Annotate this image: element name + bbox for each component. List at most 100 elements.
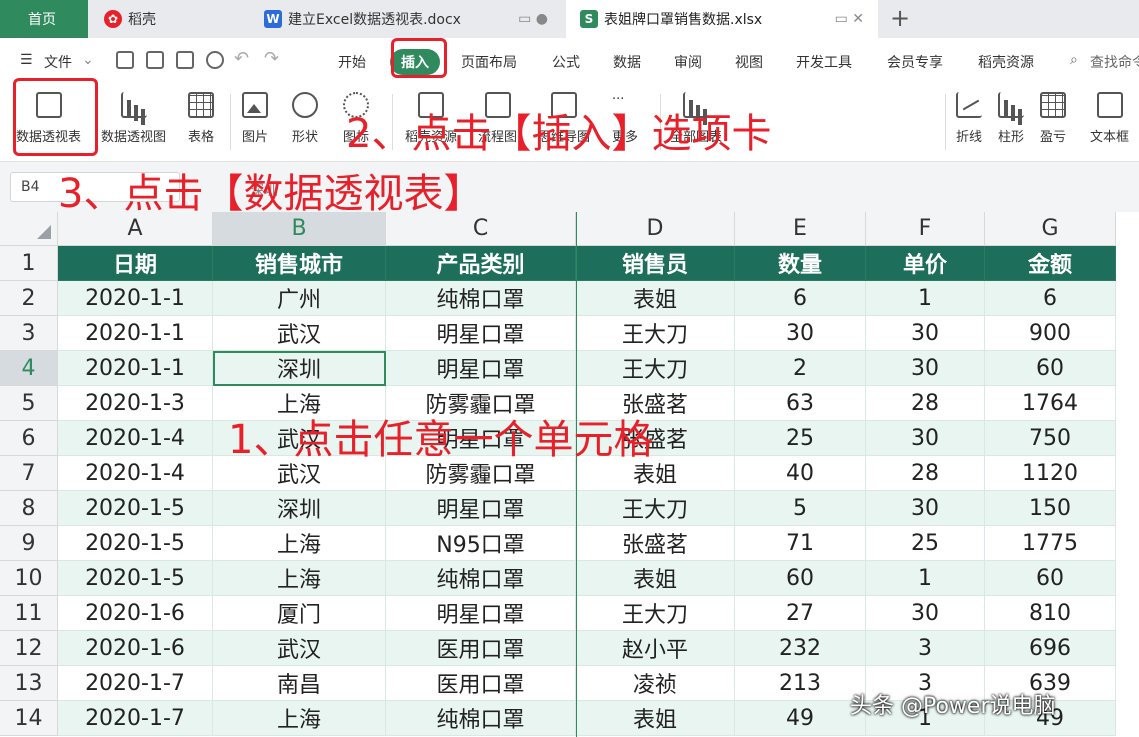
table-cell[interactable]: 28 <box>866 386 985 421</box>
menu-view[interactable]: 视图 <box>735 52 763 72</box>
menu-dev[interactable]: 开发工具 <box>796 52 852 72</box>
menu-resources[interactable]: 稻壳资源 <box>978 52 1034 72</box>
header-cell[interactable]: 销售员 <box>576 246 735 281</box>
tab-daoke[interactable]: ✿ 稻壳 <box>90 0 248 38</box>
table-cell[interactable]: 60 <box>985 351 1116 386</box>
table-cell[interactable]: 49 <box>735 701 866 736</box>
table-cell[interactable]: 63 <box>735 386 866 421</box>
table-cell[interactable]: 上海 <box>213 526 386 561</box>
table-cell[interactable]: 张盛茗 <box>576 526 735 561</box>
table-cell[interactable]: 750 <box>985 421 1116 456</box>
row-header-1[interactable]: 1 <box>0 246 58 281</box>
table-cell[interactable]: 40 <box>735 456 866 491</box>
hamburger-icon[interactable]: ☰ <box>20 52 33 68</box>
table-cell[interactable]: 6 <box>735 281 866 316</box>
tab-xls[interactable]: S 表姐牌口罩销售数据.xlsx ▭ ✕ <box>566 0 878 38</box>
table-cell[interactable]: 2020-1-3 <box>58 386 213 421</box>
column-header-g[interactable]: G <box>985 212 1116 246</box>
menu-data[interactable]: 数据 <box>613 52 641 72</box>
preview-icon[interactable] <box>206 51 224 69</box>
table-cell[interactable]: 5 <box>735 491 866 526</box>
menu-start[interactable]: 开始 <box>338 52 366 72</box>
table-cell[interactable]: 上海 <box>213 701 386 736</box>
menu-review[interactable]: 审阅 <box>674 52 702 72</box>
menu-page-layout[interactable]: 页面布局 <box>461 52 517 72</box>
table-cell[interactable]: 71 <box>735 526 866 561</box>
table-cell[interactable]: 2020-1-1 <box>58 281 213 316</box>
table-cell[interactable]: 2020-1-6 <box>58 631 213 666</box>
table-cell[interactable]: 30 <box>866 351 985 386</box>
table-cell[interactable]: 凌祯 <box>576 666 735 701</box>
table-cell[interactable]: 武汉 <box>213 316 386 351</box>
table-cell[interactable]: 2020-1-1 <box>58 316 213 351</box>
tab-doc-controls[interactable]: ▭ ● <box>518 11 548 27</box>
table-cell[interactable]: 表姐 <box>576 701 735 736</box>
table-cell[interactable]: 1 <box>866 561 985 596</box>
sparkline-line-button[interactable]: 折线 <box>956 92 982 145</box>
table-cell[interactable]: 696 <box>985 631 1116 666</box>
table-cell[interactable]: 2020-1-7 <box>58 666 213 701</box>
row-header-13[interactable]: 13 <box>0 666 58 701</box>
table-cell[interactable]: 1764 <box>985 386 1116 421</box>
row-header-7[interactable]: 7 <box>0 456 58 491</box>
table-cell[interactable]: 232 <box>735 631 866 666</box>
column-header-a[interactable]: A <box>58 212 213 246</box>
table-cell[interactable]: 明星口罩 <box>386 491 576 526</box>
sparkline-winloss-button[interactable]: 盈亏 <box>1040 92 1066 145</box>
close-icon[interactable]: ▭ ✕ <box>835 11 864 27</box>
print-icon[interactable] <box>176 51 194 69</box>
table-cell[interactable]: 810 <box>985 596 1116 631</box>
table-cell[interactable]: 6 <box>985 281 1116 316</box>
table-cell[interactable]: 150 <box>985 491 1116 526</box>
row-header-6[interactable]: 6 <box>0 421 58 456</box>
table-cell[interactable]: 60 <box>985 561 1116 596</box>
table-cell[interactable]: 明星口罩 <box>386 316 576 351</box>
shape-button[interactable]: 形状 <box>292 92 318 145</box>
header-cell[interactable]: 产品类别 <box>386 246 576 281</box>
table-cell[interactable]: 30 <box>866 596 985 631</box>
row-header-12[interactable]: 12 <box>0 631 58 666</box>
column-header-c[interactable]: C <box>386 212 576 246</box>
table-cell[interactable]: 2020-1-5 <box>58 491 213 526</box>
table-cell[interactable]: 深圳 <box>213 491 386 526</box>
row-header-14[interactable]: 14 <box>0 701 58 736</box>
row-header-10[interactable]: 10 <box>0 561 58 596</box>
table-cell[interactable]: 30 <box>735 316 866 351</box>
row-header-4[interactable]: 4 <box>0 351 58 386</box>
table-cell[interactable]: 2020-1-4 <box>58 421 213 456</box>
table-cell[interactable]: 王大刀 <box>576 491 735 526</box>
save-icon[interactable] <box>116 51 134 69</box>
chevron-down-icon[interactable]: ⌄ <box>82 52 94 68</box>
table-cell[interactable]: 2020-1-4 <box>58 456 213 491</box>
header-cell[interactable]: 金额 <box>985 246 1116 281</box>
table-cell[interactable]: 武汉 <box>213 631 386 666</box>
menu-file[interactable]: 文件 <box>44 52 72 72</box>
pivot-chart-button[interactable]: 数据透视图 <box>101 92 166 145</box>
select-all-corner[interactable] <box>0 212 58 246</box>
table-cell[interactable]: 2020-1-5 <box>58 561 213 596</box>
table-cell[interactable]: 900 <box>985 316 1116 351</box>
table-cell[interactable]: 2020-1-6 <box>58 596 213 631</box>
table-cell[interactable]: 张盛茗 <box>576 386 735 421</box>
row-header-2[interactable]: 2 <box>0 281 58 316</box>
table-cell[interactable]: 王大刀 <box>576 316 735 351</box>
new-tab-button[interactable]: + <box>890 4 910 32</box>
table-cell[interactable]: 纯棉口罩 <box>386 281 576 316</box>
table-cell[interactable]: 27 <box>735 596 866 631</box>
row-header-11[interactable]: 11 <box>0 596 58 631</box>
tab-doc[interactable]: W 建立Excel数据透视表.docx ▭ ● <box>250 0 562 38</box>
undo-icon[interactable]: ↶ <box>234 48 249 69</box>
header-cell[interactable]: 日期 <box>58 246 213 281</box>
column-header-e[interactable]: E <box>735 212 866 246</box>
header-cell[interactable]: 单价 <box>866 246 985 281</box>
table-cell[interactable]: 1 <box>866 281 985 316</box>
table-cell[interactable]: 南昌 <box>213 666 386 701</box>
table-cell[interactable]: 213 <box>735 666 866 701</box>
table-cell[interactable]: 明星口罩 <box>386 596 576 631</box>
table-cell[interactable]: 3 <box>866 631 985 666</box>
table-cell[interactable]: 上海 <box>213 561 386 596</box>
column-header-d[interactable]: D <box>576 212 735 246</box>
table-cell[interactable]: 防雾霾口罩 <box>386 386 576 421</box>
table-cell[interactable]: 60 <box>735 561 866 596</box>
table-cell[interactable]: 30 <box>866 316 985 351</box>
